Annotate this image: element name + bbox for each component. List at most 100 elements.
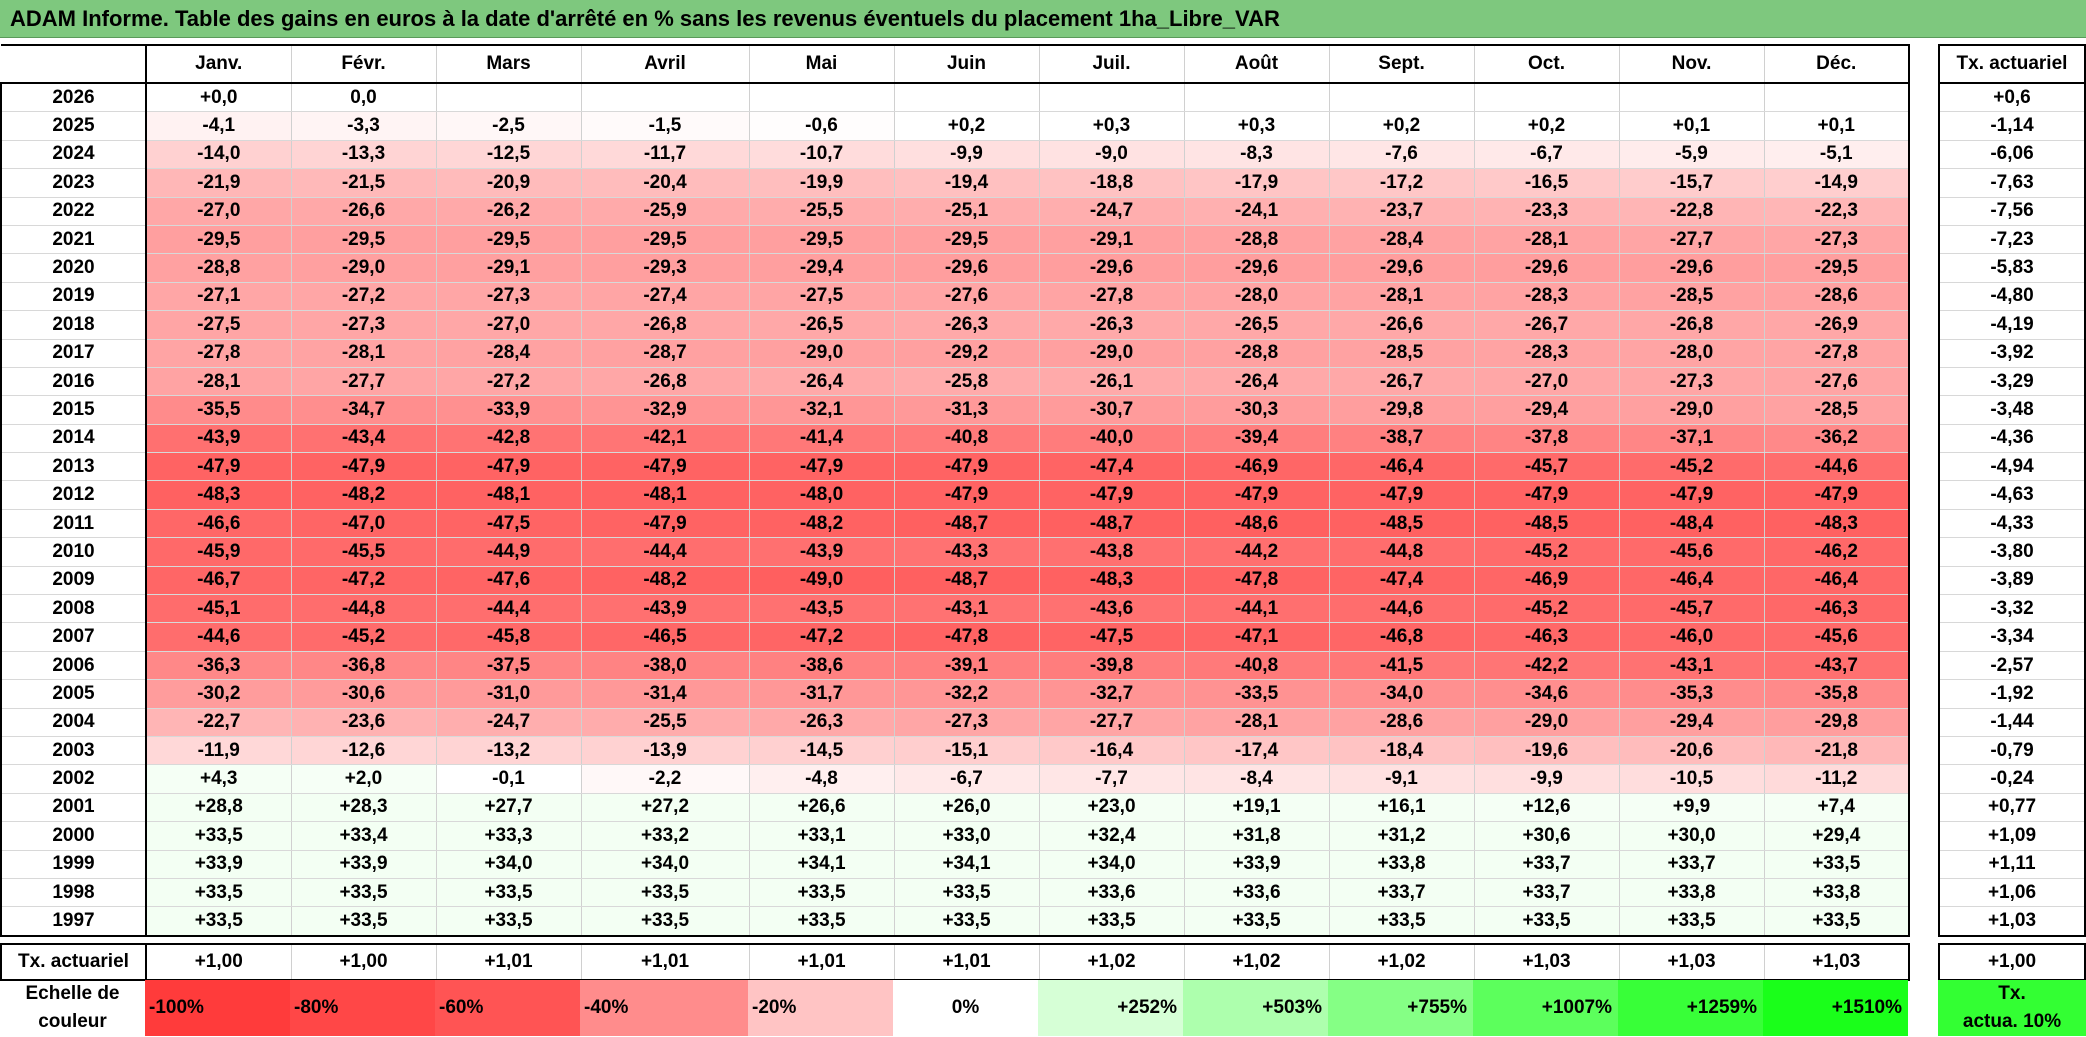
value-cell: -29,0: [1039, 339, 1185, 368]
value-cell: +34,1: [749, 850, 895, 879]
value-cell: +30,6: [1474, 821, 1620, 851]
color-scale-swatch: -20%: [748, 980, 893, 1036]
color-scale-label: Echelle de couleur: [25, 983, 120, 1032]
value-cell: -0,1: [436, 764, 582, 794]
value-cell: -47,9: [1764, 480, 1910, 510]
value-cell: [1764, 83, 1910, 113]
value-cell: -29,5: [894, 225, 1040, 255]
value-cell: -27,0: [436, 310, 582, 340]
value-cell: -46,4: [1619, 566, 1765, 596]
value-cell: [894, 83, 1040, 113]
value-cell: -43,9: [581, 594, 750, 624]
value-cell: -27,7: [1619, 225, 1765, 255]
value-cell: +0,3: [1039, 111, 1185, 141]
value-cell: -29,8: [1764, 708, 1910, 737]
month-header: Oct.: [1474, 44, 1620, 84]
footer-value: +1,00: [291, 942, 437, 981]
table-row: 2006 -36,3 -36,8 -37,5 -38,0 -38,6 -39,1 -39,8-…: [0, 651, 1910, 681]
value-cell: +16,1: [1329, 793, 1475, 823]
year-cell: 1997: [0, 906, 147, 937]
color-scale-swatch: +252%: [1038, 980, 1183, 1036]
value-cell: -14,0: [146, 140, 292, 170]
value-cell: -36,3: [146, 651, 292, 681]
value-cell: -29,1: [436, 253, 582, 283]
value-cell: -29,5: [291, 225, 437, 255]
value-cell: -46,9: [1474, 566, 1620, 596]
value-cell: -29,5: [749, 225, 895, 255]
value-cell: -29,6: [894, 253, 1040, 283]
value-cell: -27,8: [1039, 282, 1185, 312]
value-cell: -29,4: [749, 253, 895, 283]
value-cell: -26,8: [581, 310, 750, 340]
value-cell: -34,6: [1474, 679, 1620, 709]
value-cell: -40,8: [1184, 651, 1330, 681]
value-cell: -30,2: [146, 679, 292, 709]
value-cell: +33,2: [581, 821, 750, 851]
value-cell: +4,3: [146, 764, 292, 794]
value-cell: +30,0: [1619, 821, 1765, 851]
value-cell: +33,5: [146, 821, 292, 851]
year-cell: 2022: [0, 197, 147, 226]
footer-value: +1,02: [1329, 942, 1475, 981]
value-cell: -43,1: [894, 594, 1040, 624]
value-cell: +28,3: [291, 793, 437, 823]
table-row: 2012 -48,3 -48,2 -48,1 -48,1 -48,0 -47,9 -47,9-…: [0, 480, 1910, 510]
value-cell: +28,8: [146, 793, 292, 823]
value-cell: [1619, 83, 1765, 113]
value-cell: -48,5: [1329, 509, 1475, 539]
value-cell: -44,8: [291, 594, 437, 624]
table-row: 2016 -28,1 -27,7 -27,2 -26,8 -26,4 -25,8 -26,1-…: [0, 367, 1910, 397]
value-cell: -28,5: [1329, 339, 1475, 368]
value-cell: -7,6: [1329, 140, 1475, 170]
value-cell: -45,7: [1474, 452, 1620, 482]
value-cell: -25,9: [581, 197, 750, 226]
actuarial-cell: -4,36: [1938, 424, 2086, 454]
value-cell: -0,6: [749, 111, 895, 141]
value-cell: -9,0: [1039, 140, 1185, 170]
value-cell: -36,8: [291, 651, 437, 681]
value-cell: -47,4: [1329, 566, 1475, 596]
actuarial-cell: +1,06: [1938, 878, 2086, 908]
value-cell: -29,6: [1474, 253, 1620, 283]
color-scale-swatch: +755%: [1328, 980, 1473, 1036]
value-cell: -5,9: [1619, 140, 1765, 170]
value-cell: -47,9: [1619, 480, 1765, 510]
table-row: 2014 -43,9 -43,4 -42,8 -42,1 -41,4 -40,8 -40,0-…: [0, 424, 1910, 454]
value-cell: -25,1: [894, 197, 1040, 226]
value-cell: -45,2: [1619, 452, 1765, 482]
value-cell: -18,8: [1039, 168, 1185, 198]
value-cell: +34,0: [436, 850, 582, 879]
value-cell: +31,2: [1329, 821, 1475, 851]
month-header: Févr.: [291, 44, 437, 84]
value-cell: -44,1: [1184, 594, 1330, 624]
value-cell: +33,7: [1474, 878, 1620, 908]
value-cell: -31,4: [581, 679, 750, 709]
table-row: 2009 -46,7 -47,2 -47,6 -48,2 -49,0 -48,7 -48,3-…: [0, 566, 1910, 596]
value-cell: +33,5: [749, 906, 895, 937]
value-cell: -3,3: [291, 111, 437, 141]
value-cell: +33,5: [1329, 906, 1475, 937]
value-cell: -28,0: [1184, 282, 1330, 312]
value-cell: -21,9: [146, 168, 292, 198]
value-cell: -19,4: [894, 168, 1040, 198]
year-cell: 2025: [0, 111, 147, 141]
value-cell: -29,6: [1039, 253, 1185, 283]
value-cell: +33,1: [749, 821, 895, 851]
value-cell: +29,4: [1764, 821, 1910, 851]
value-cell: -46,4: [1329, 452, 1475, 482]
value-cell: -29,5: [581, 225, 750, 255]
value-cell: -34,0: [1329, 679, 1475, 709]
value-cell: -28,8: [1184, 225, 1330, 255]
value-cell: -47,9: [291, 452, 437, 482]
value-cell: -48,1: [581, 480, 750, 510]
value-cell: -29,3: [581, 253, 750, 283]
value-cell: -49,0: [749, 566, 895, 596]
value-cell: -24,7: [1039, 197, 1185, 226]
year-cell: 2012: [0, 480, 147, 510]
value-cell: [1329, 83, 1475, 113]
color-scale-swatch: -100%: [145, 980, 290, 1036]
value-cell: -26,5: [1184, 310, 1330, 340]
color-scale-swatch: -60%: [435, 980, 580, 1036]
value-cell: -29,2: [894, 339, 1040, 368]
value-cell: -47,1: [1184, 622, 1330, 652]
